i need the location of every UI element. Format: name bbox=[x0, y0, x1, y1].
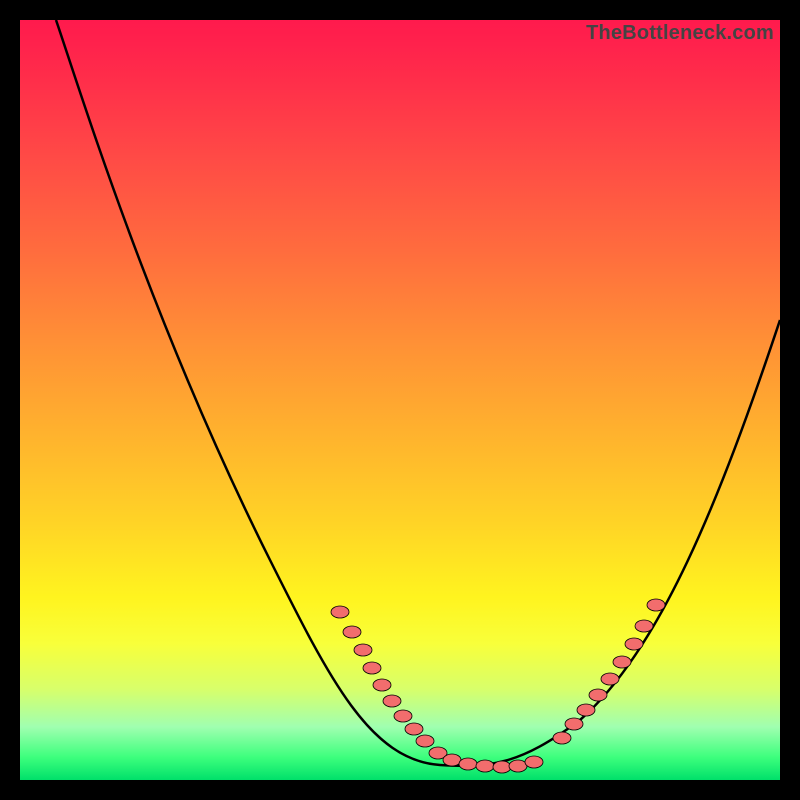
chart-frame: TheBottleneck.com bbox=[20, 20, 780, 780]
source-watermark: TheBottleneck.com bbox=[586, 22, 774, 45]
gradient-background bbox=[20, 20, 780, 780]
plot-area: TheBottleneck.com bbox=[20, 20, 780, 780]
